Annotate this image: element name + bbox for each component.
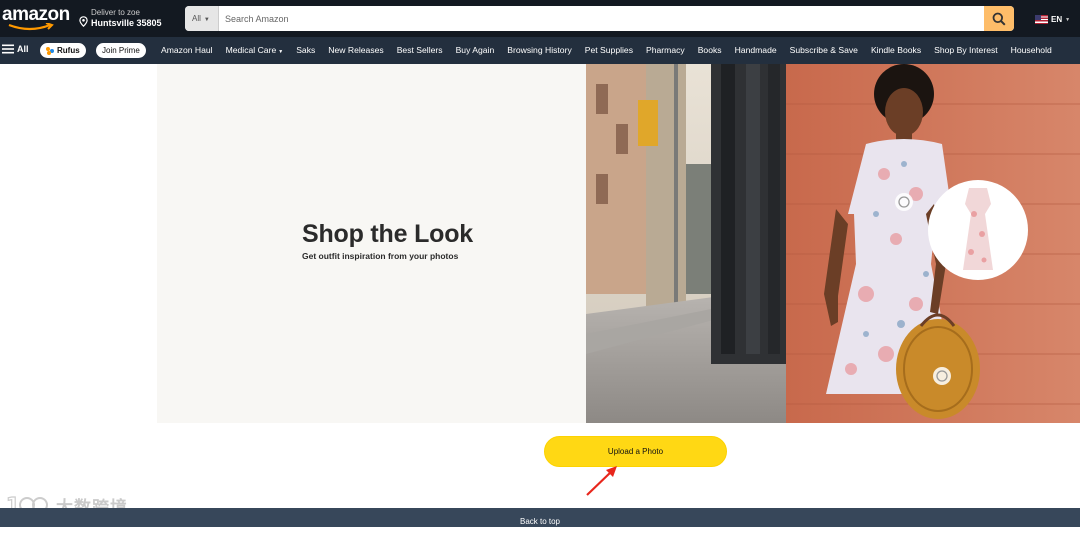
nav-link[interactable]: Pharmacy — [646, 45, 685, 55]
language-code: EN — [1051, 15, 1063, 24]
hero-fashion-photo — [586, 64, 1080, 423]
back-to-top-button[interactable]: Back to top — [0, 508, 1080, 527]
nav-link[interactable]: Books — [698, 45, 722, 55]
language-selector[interactable]: EN ▼ — [1035, 15, 1070, 24]
caret-down-icon: ▼ — [203, 17, 210, 23]
search-icon — [992, 12, 1006, 26]
all-menu-button[interactable]: All — [2, 44, 29, 54]
nav-link[interactable]: Best Sellers — [397, 45, 443, 55]
hero-subtitle: Get outfit inspiration from your photos — [302, 251, 459, 261]
nav-link-label: Medical Care — [225, 45, 277, 55]
deliver-location: Huntsville 35805 — [91, 18, 162, 28]
search-bar: All ▼ — [185, 6, 1014, 31]
rufus-icon — [46, 46, 54, 55]
caret-down-icon: ▼ — [278, 49, 284, 55]
nav-link[interactable]: Household — [1011, 45, 1052, 55]
search-input[interactable] — [219, 6, 984, 31]
nav-link[interactable]: Saks — [296, 45, 315, 55]
nav-link[interactable]: Shop By Interest — [934, 45, 998, 55]
logo-text: amazon — [2, 4, 70, 25]
location-pin-icon — [79, 16, 88, 27]
join-prime-label: Join Prime — [102, 46, 140, 55]
nav-link[interactable]: New Releases — [328, 45, 383, 55]
annotation-arrow-icon — [586, 466, 617, 496]
upload-photo-button[interactable]: Upload a Photo — [544, 436, 727, 467]
nav-links: Amazon Haul Medical Care ▼ Saks New Relea… — [161, 45, 1065, 55]
nav-link[interactable]: Amazon Haul — [161, 45, 213, 55]
caret-down-icon: ▼ — [1065, 16, 1071, 23]
join-prime-button[interactable]: Join Prime — [96, 43, 146, 58]
amazon-logo[interactable]: amazon — [2, 4, 70, 34]
rufus-button[interactable]: Rufus — [40, 43, 86, 58]
hero-title: Shop the Look — [302, 220, 473, 248]
search-category-label: All — [192, 14, 201, 23]
search-category-select[interactable]: All ▼ — [185, 6, 219, 31]
nav-link[interactable]: Subscribe & Save — [790, 45, 858, 55]
nav-link[interactable]: Buy Again — [456, 45, 495, 55]
street-scene-image — [586, 64, 1080, 423]
nav-link[interactable]: Kindle Books — [871, 45, 921, 55]
top-header: amazon Deliver to zoe Huntsville 35805 A… — [0, 0, 1080, 37]
all-menu-label: All — [17, 44, 29, 54]
search-button[interactable] — [984, 6, 1014, 31]
us-flag-icon — [1035, 15, 1048, 24]
nav-link[interactable]: Pet Supplies — [585, 45, 633, 55]
deliver-recipient: Deliver to zoe — [91, 8, 140, 17]
hamburger-menu-icon — [2, 44, 14, 54]
nav-link[interactable]: Medical Care ▼ — [226, 45, 284, 55]
rufus-label: Rufus — [57, 46, 80, 55]
nav-link[interactable]: Browsing History — [507, 45, 571, 55]
smile-arrow-icon — [8, 23, 54, 31]
nav-link[interactable]: Handmade — [735, 45, 777, 55]
nav-bar: All Rufus Join Prime Amazon Haul Medical… — [0, 37, 1080, 64]
